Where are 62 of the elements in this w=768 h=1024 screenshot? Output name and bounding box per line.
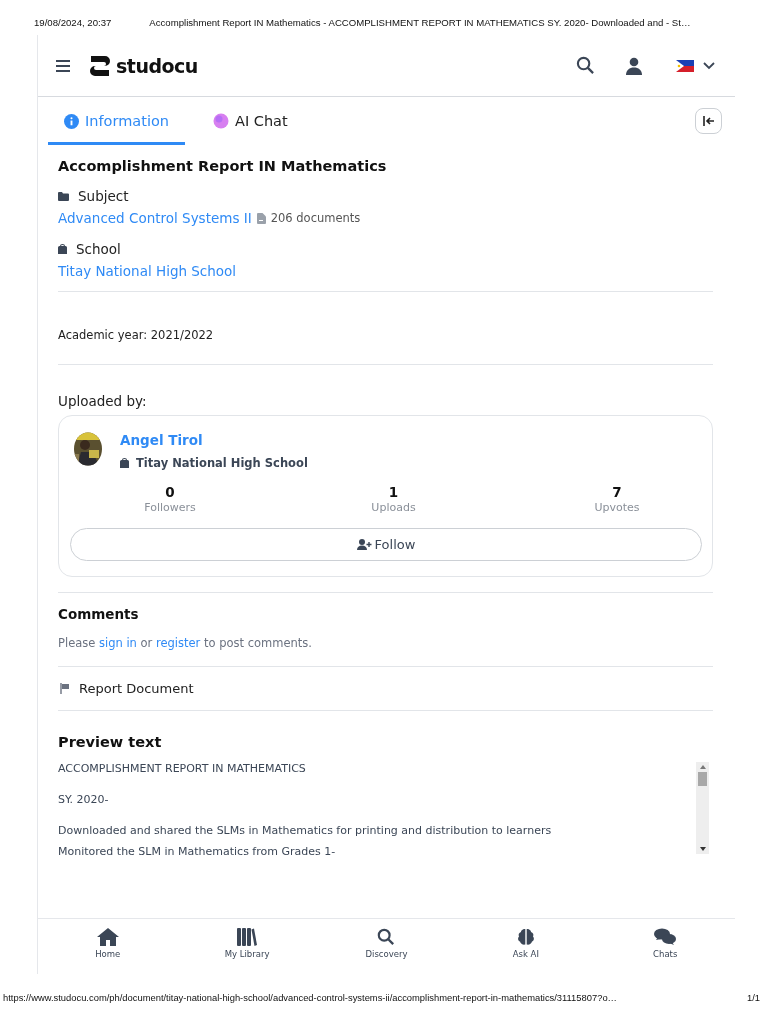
scroll-down-icon[interactable] (699, 847, 706, 851)
brain-icon (516, 928, 535, 946)
tab[interactable]: AI Chat (185, 100, 303, 145)
register-link[interactable]: register (156, 636, 201, 650)
subject-link[interactable]: Advanced Control Systems II (58, 210, 252, 226)
report-document-button[interactable]: Report Document (58, 667, 194, 710)
nav-item[interactable]: Home (67, 928, 148, 974)
stat-value: 0 (165, 484, 175, 500)
subject-label: Subject (78, 188, 129, 204)
preview-line: ACCOMPLISHMENT REPORT IN MATHEMATICS (58, 762, 307, 775)
folder-icon (58, 191, 69, 201)
search-icon (377, 928, 396, 946)
preview-line: Monitored the SLM in Mathematics from Grades 1- (58, 845, 337, 858)
scroll-up-icon[interactable] (699, 765, 706, 769)
home-icon (96, 928, 119, 946)
stat-value: 1 (388, 484, 399, 500)
documents-count: 206 documents (270, 211, 361, 225)
stat-label: Uploads (371, 501, 416, 514)
backpack-icon (120, 458, 129, 468)
uploader-school: Titay National High School (136, 456, 308, 470)
comments-prompt: Please sign in or register to post comments. (58, 636, 313, 650)
stat-label: Followers (144, 501, 196, 514)
add-user-icon (356, 539, 372, 550)
nav-item[interactable]: Discovery (346, 928, 427, 974)
print-url: https://www.studocu.com/ph/document/titay-national-high-school/advanced-control-systems-ii/accomplishment-report-in-mathematics/31115807?o… (3, 992, 617, 1003)
search-icon[interactable] (576, 56, 595, 75)
preview-line: SY. 2020- (58, 793, 110, 806)
preview-line: Downloaded and shared the SLMs in Mathematics for printing and distribution to learners (58, 824, 552, 837)
school-label: School (76, 241, 121, 257)
flag-icon[interactable] (676, 59, 694, 72)
sign-in-link[interactable]: sign in (99, 636, 137, 650)
collapse-icon (702, 116, 715, 126)
logo-text[interactable]: studocu (116, 54, 198, 77)
document-icon (256, 212, 266, 224)
ai-orb-icon (213, 113, 229, 129)
nav-item[interactable]: My Library (207, 928, 288, 974)
comments-heading: Comments (58, 606, 140, 622)
menu-icon[interactable] (55, 58, 71, 73)
academic-year: Academic year: 2021/2022 (58, 328, 215, 342)
nav-item[interactable]: Chats (625, 928, 706, 974)
chat-bubbles-icon (654, 928, 677, 946)
books-icon (237, 928, 258, 946)
stat-value: 7 (612, 484, 622, 500)
print-date: 19/08/2024, 20:37 (34, 17, 112, 30)
follow-button[interactable]: Follow (70, 528, 702, 561)
collapse-button[interactable] (695, 108, 722, 134)
stat-label: Upvotes (594, 501, 640, 514)
document-title: Accomplishment Report IN Mathematics (58, 158, 388, 174)
uploaded-by-heading: Uploaded by: (58, 393, 148, 409)
nav-item[interactable]: Ask AI (485, 928, 566, 974)
backpack-icon (58, 244, 67, 254)
school-link[interactable]: Titay National High School (58, 263, 237, 279)
user-icon[interactable] (625, 56, 643, 75)
page-number: 1/1 (746, 992, 760, 1003)
print-title: Accomplishment Report IN Mathematics - ACCOMPLISHMENT REPORT IN MATHEMATICS SY. 2020- Downloaded and - St… (149, 17, 691, 30)
scrollbar[interactable] (696, 762, 709, 854)
info-icon (64, 113, 80, 129)
chevron-down-icon[interactable] (703, 61, 715, 70)
preview-heading: Preview text (58, 734, 163, 750)
flag-icon (60, 683, 70, 694)
tab[interactable]: Information (48, 100, 185, 145)
scroll-thumb[interactable] (698, 772, 707, 786)
